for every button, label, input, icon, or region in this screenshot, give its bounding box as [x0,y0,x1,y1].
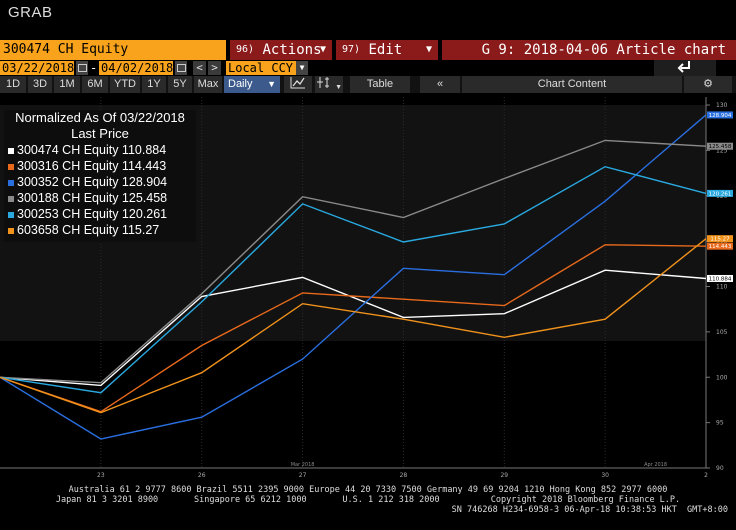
period-button-max[interactable]: Max [194,76,222,93]
footer-contacts-line2: Japan 81 3 3201 8900 Singapore 65 6212 1… [55,495,681,505]
legend-item[interactable]: 300352 CH Equity 128.904 [4,174,196,190]
x-tick-label: 2 [704,472,708,479]
next-period-button[interactable]: > [208,61,221,75]
footer-contacts-line1: Australia 61 2 9777 8600 Brazil 5511 239… [68,485,668,495]
legend-label: 300253 CH Equity 120.261 [17,207,168,221]
y-tick-label: 105 [716,329,728,336]
legend-swatch [8,147,14,154]
last-value-label: 128.904 [709,113,732,119]
footer: Australia 61 2 9777 8600 Brazil 5511 239… [0,485,736,530]
security-ticker-field[interactable]: 300474 CH Equity [0,40,226,60]
legend-label: 300188 CH Equity 125.458 [17,191,168,205]
month-label: Apr 2018 [644,462,667,468]
period-button-1y[interactable]: 1Y [142,76,166,93]
x-tick-label: 30 [601,472,609,479]
chart-content-button[interactable]: Chart Content [462,76,682,93]
x-tick-label: 28 [400,472,408,479]
gear-icon: ⚙ [703,78,713,90]
legend-item[interactable]: 300316 CH Equity 114.443 [4,158,196,174]
chevron-down-icon: ▼ [319,44,326,55]
legend-swatch [8,179,14,186]
y-tick-label: 130 [716,102,728,109]
collapse-button[interactable]: « [420,76,460,93]
date-range-bar: 03/22/2018 - 04/02/2018 < > Local CCY ▼ [0,60,736,76]
legend-item[interactable]: 300253 CH Equity 120.261 [4,206,196,222]
legend-item[interactable]: 300188 CH Equity 125.458 [4,190,196,206]
end-date-input[interactable]: 04/02/2018 [99,61,173,75]
calendar-icon[interactable] [76,61,88,75]
start-date-input[interactable]: 03/22/2018 [0,61,74,75]
line-chart-tool-button[interactable] [284,76,312,93]
actions-number: 96) [236,44,255,55]
date-separator: - [90,61,98,75]
legend-label: 603658 CH Equity 115.27 [17,223,160,237]
chart-title: G 9: 2018-04-06 Article chart [442,40,736,60]
y-tick-label: 100 [716,374,728,381]
x-tick-label: 23 [97,472,105,479]
x-tick-label: 29 [500,472,508,479]
legend-label: 300474 CH Equity 110.884 [17,143,167,157]
legend-subtitle: Last Price [71,126,129,141]
last-value-label: 125.458 [709,144,732,150]
period-button-ytd[interactable]: YTD [110,76,140,93]
x-tick-label: 26 [198,472,206,479]
footer-serial: SN 746268 H234-6958-3 06-Apr-18 10:38:53… [451,505,728,515]
last-value-label: 110.884 [709,276,732,282]
table-button[interactable]: Table [350,76,410,93]
legend-swatch [8,163,14,170]
last-value-label: 114.443 [709,244,732,250]
chevron-down-icon: ▼ [335,84,342,91]
edit-number: 97) [342,44,361,55]
legend-label: 300316 CH Equity 114.443 [17,159,167,173]
y-tick-label: 110 [716,284,728,291]
chevron-down-icon: ▼ [296,61,308,75]
line-chart-icon [290,77,305,89]
chart-legend: Normalized As Of 03/22/2018 Last Price 3… [4,110,196,242]
period-button-1d[interactable]: 1D [0,76,26,93]
actions-menu-button[interactable]: 96) Actions ▼ [230,40,332,60]
legend-label: 300352 CH Equity 128.904 [17,175,168,189]
last-value-label: 115.27 [710,237,730,243]
grab-label: GRAB [8,4,53,21]
legend-swatch [8,195,14,202]
chevron-down-icon: ▼ [267,79,276,89]
crosshair-icon [317,77,329,88]
y-tick-label: 95 [716,420,724,427]
crosshair-tool-button[interactable]: ▼ [315,76,343,93]
period-button-5y[interactable]: 5Y [168,76,192,93]
legend-title: Normalized As Of 03/22/2018 [15,110,185,125]
prev-period-button[interactable]: < [193,61,206,75]
legend-item[interactable]: 300474 CH Equity 110.884 [4,142,196,158]
return-arrow-icon [677,61,690,73]
edit-label: Edit [368,42,403,58]
frequency-value: Daily [228,78,253,90]
month-label: Mar 2018 [291,462,315,468]
frequency-select[interactable]: Daily ▼ [224,76,280,93]
legend-swatch [8,227,14,234]
title-bar: 300474 CH Equity 96) Actions ▼ 97) Edit … [0,40,736,60]
period-button-1m[interactable]: 1M [54,76,80,93]
legend-item[interactable]: 603658 CH Equity 115.27 [4,222,196,238]
period-button-3d[interactable]: 3D [28,76,52,93]
settings-button[interactable]: ⚙ [684,76,732,93]
actions-label: Actions [262,42,322,58]
currency-value: Local CCY [228,61,294,75]
last-value-label: 120.261 [709,191,732,197]
chart-toolbar: 1D 3D 1M 6M YTD 1Y 5Y Max Daily ▼ ▼ Table « Cha… [0,76,736,93]
legend-swatch [8,211,14,218]
currency-select[interactable]: Local CCY ▼ [226,61,308,75]
calendar-icon[interactable] [175,61,187,75]
period-button-6m[interactable]: 6M [82,76,108,93]
back-arrow-button[interactable] [654,60,716,76]
edit-menu-button[interactable]: 97) Edit ▼ [336,40,438,60]
chevron-down-icon: ▼ [425,44,432,55]
y-tick-label: 90 [716,465,724,472]
x-tick-label: 27 [299,472,307,479]
